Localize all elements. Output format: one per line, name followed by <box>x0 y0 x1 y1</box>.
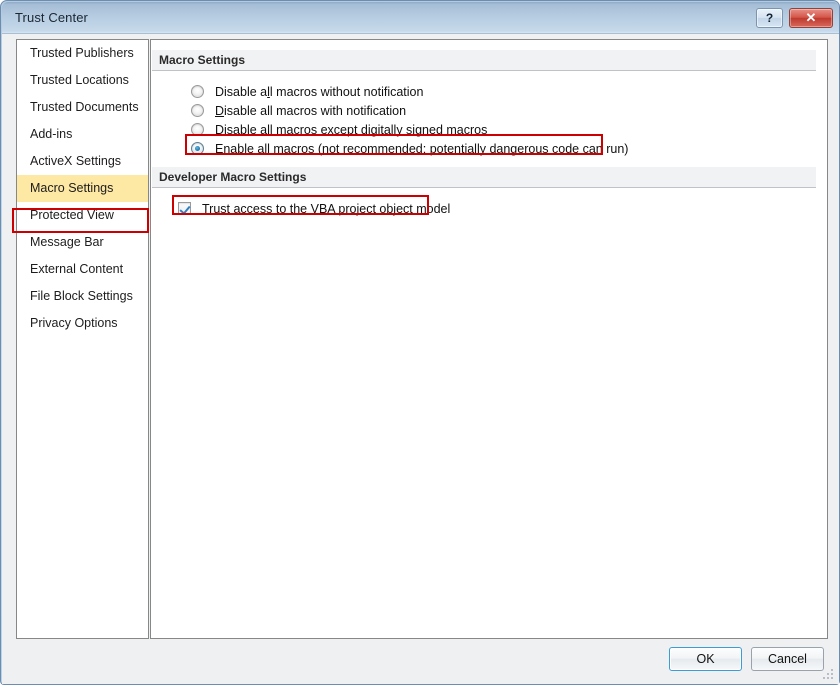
macro-settings-header: Macro Settings <box>152 50 816 71</box>
sidebar-item-add-ins[interactable]: Add-ins <box>17 121 148 148</box>
sidebar-item-trusted-documents[interactable]: Trusted Documents <box>17 94 148 121</box>
resize-grip-icon[interactable] <box>823 669 835 681</box>
checkbox-trust-access-vba[interactable]: Trust access to the VBA project object m… <box>178 199 450 218</box>
checkbox-icon[interactable] <box>178 202 191 215</box>
sidebar-item-protected-view[interactable]: Protected View <box>17 202 148 229</box>
sidebar-item-message-bar[interactable]: Message Bar <box>17 229 148 256</box>
sidebar-item-label: Trusted Publishers <box>30 46 134 60</box>
cancel-button[interactable]: Cancel <box>751 647 824 671</box>
window-title: Trust Center <box>15 10 88 25</box>
settings-panel: Macro Settings Disable all macros withou… <box>150 39 828 639</box>
sidebar-item-privacy-options[interactable]: Privacy Options <box>17 310 148 337</box>
sidebar-item-external-content[interactable]: External Content <box>17 256 148 283</box>
help-icon[interactable]: ? <box>756 8 783 28</box>
sidebar-item-activex-settings[interactable]: ActiveX Settings <box>17 148 148 175</box>
title-bar-buttons: ? ✕ <box>756 8 833 28</box>
sidebar-item-file-block-settings[interactable]: File Block Settings <box>17 283 148 310</box>
radio-disable-except-digitally-signed[interactable]: Disable all macros except digitally sign… <box>191 120 487 139</box>
radio-icon[interactable] <box>191 85 204 98</box>
sidebar-item-label: Trusted Documents <box>30 100 139 114</box>
sidebar-item-label: Trusted Locations <box>30 73 129 87</box>
radio-icon-selected[interactable] <box>191 142 204 155</box>
developer-macro-settings-header: Developer Macro Settings <box>152 167 816 188</box>
category-list[interactable]: Trusted Publishers Trusted Locations Tru… <box>16 39 149 639</box>
sidebar-item-label: Add-ins <box>30 127 72 141</box>
sidebar-item-label: Protected View <box>30 208 114 222</box>
sidebar-item-label: ActiveX Settings <box>30 154 121 168</box>
sidebar-item-macro-settings[interactable]: Macro Settings <box>17 175 148 202</box>
radio-icon[interactable] <box>191 123 204 136</box>
option-label: Enable all macros (not recommended; pote… <box>215 142 628 156</box>
close-icon[interactable]: ✕ <box>789 8 833 28</box>
sidebar-item-label: External Content <box>30 262 123 276</box>
trust-center-dialog: Trust Center ? ✕ Trusted Publishers Trus… <box>0 0 840 685</box>
sidebar-item-label: Message Bar <box>30 235 104 249</box>
ok-button[interactable]: OK <box>669 647 742 671</box>
option-label: Disable all macros with notification <box>215 104 406 118</box>
radio-enable-all-macros[interactable]: Enable all macros (not recommended; pote… <box>191 139 628 158</box>
option-label: Disable all macros except digitally sign… <box>215 123 487 137</box>
sidebar-item-trusted-publishers[interactable]: Trusted Publishers <box>17 40 148 67</box>
title-bar: Trust Center ? ✕ <box>2 2 839 34</box>
sidebar-item-label: Macro Settings <box>30 181 113 195</box>
sidebar-item-label: File Block Settings <box>30 289 133 303</box>
radio-icon[interactable] <box>191 104 204 117</box>
option-label: Trust access to the VBA project object m… <box>202 202 450 216</box>
sidebar-item-label: Privacy Options <box>30 316 118 330</box>
option-label: Disable all macros without notification <box>215 85 423 99</box>
radio-disable-all-with-notification[interactable]: Disable all macros with notification <box>191 101 406 120</box>
radio-disable-all-without-notification[interactable]: Disable all macros without notification <box>191 82 423 101</box>
sidebar-item-trusted-locations[interactable]: Trusted Locations <box>17 67 148 94</box>
dialog-body: Trusted Publishers Trusted Locations Tru… <box>2 34 839 684</box>
